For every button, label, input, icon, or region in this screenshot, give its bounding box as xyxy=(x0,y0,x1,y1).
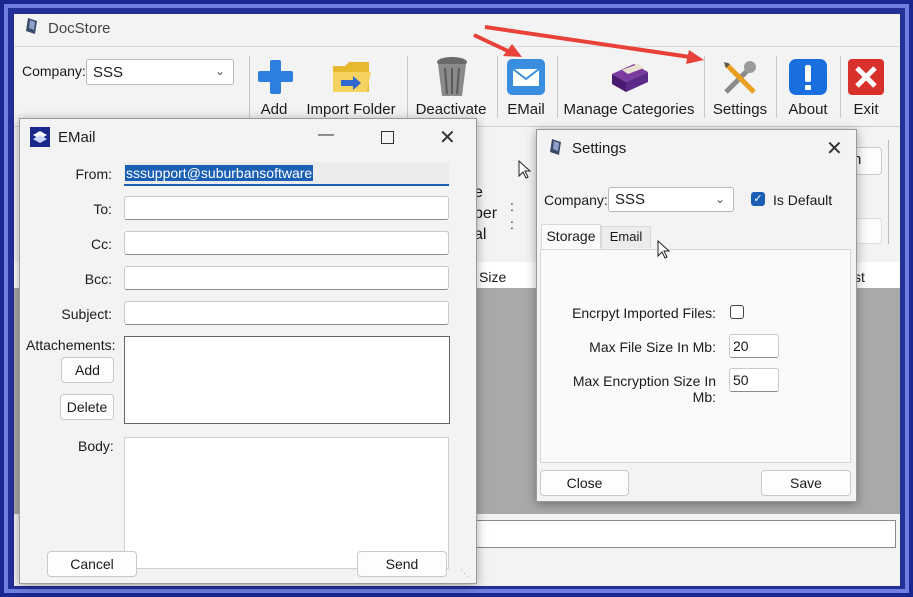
max-file-size-field[interactable]: 20 xyxy=(729,334,779,358)
max-file-size-label: Max File Size In Mb: xyxy=(589,339,716,355)
bcc-field[interactable] xyxy=(124,266,449,290)
close-icon[interactable]: ✕ xyxy=(439,125,456,150)
to-label: To: xyxy=(93,201,112,217)
max-encryption-size-field[interactable]: 50 xyxy=(729,368,779,392)
email-dialog-title: EMail xyxy=(58,129,96,146)
settings-company-value: SSS xyxy=(615,191,646,208)
tab-storage[interactable]: Storage xyxy=(541,224,601,250)
add-attachment-button[interactable]: Add xyxy=(61,357,114,383)
bcc-label: Bcc: xyxy=(84,271,112,287)
email-dialog-logo-icon xyxy=(30,127,50,147)
cc-field[interactable] xyxy=(124,231,449,255)
mouse-cursor-icon xyxy=(657,240,671,259)
maximize-icon[interactable] xyxy=(381,131,394,144)
max-file-size-value: 20 xyxy=(733,338,749,354)
resize-grip-icon[interactable]: ⋱ xyxy=(460,568,469,579)
cc-label: Cc: xyxy=(91,236,112,252)
minimize-icon[interactable]: — xyxy=(318,126,334,144)
attachments-list[interactable] xyxy=(124,336,450,424)
send-button[interactable]: Send xyxy=(357,551,447,577)
attachments-label: Attachements: xyxy=(26,337,116,353)
from-value: sssupport@suburbansoftware xyxy=(125,165,314,181)
is-default-label: Is Default xyxy=(773,192,833,208)
body-field[interactable] xyxy=(124,437,449,569)
subject-label: Subject: xyxy=(61,306,112,322)
encrypt-files-checkbox[interactable] xyxy=(730,305,744,319)
chevron-down-icon: ⌄ xyxy=(714,192,725,206)
cancel-button[interactable]: Cancel xyxy=(47,551,137,577)
max-encryption-size-value: 50 xyxy=(733,372,749,388)
settings-close-button[interactable]: Close xyxy=(540,470,629,496)
is-default-checkbox[interactable]: ✓ xyxy=(751,192,765,206)
encrypt-files-label: Encrpyt Imported Files: xyxy=(572,305,716,321)
storage-tab-panel xyxy=(540,249,851,463)
max-encryption-size-label: Max Encryption Size In Mb: xyxy=(572,373,716,405)
mouse-cursor-icon xyxy=(518,160,532,179)
arrow-head xyxy=(686,50,704,64)
settings-save-button[interactable]: Save xyxy=(761,470,851,496)
close-icon[interactable]: ✕ xyxy=(826,136,843,161)
settings-company-select[interactable]: SSS ⌄ xyxy=(608,187,734,212)
arrow-to-email xyxy=(473,33,511,54)
settings-company-label: Company: xyxy=(544,192,608,208)
from-field[interactable]: sssupport@suburbansoftware xyxy=(124,162,449,186)
from-label: From: xyxy=(75,166,112,182)
tab-email[interactable]: Email xyxy=(601,226,651,248)
delete-attachment-button[interactable]: Delete xyxy=(60,394,114,420)
settings-dialog-logo-icon xyxy=(548,138,564,156)
body-label: Body: xyxy=(78,438,114,454)
to-field[interactable] xyxy=(124,196,449,220)
settings-dialog-title: Settings xyxy=(572,140,627,157)
subject-field[interactable] xyxy=(124,301,449,325)
